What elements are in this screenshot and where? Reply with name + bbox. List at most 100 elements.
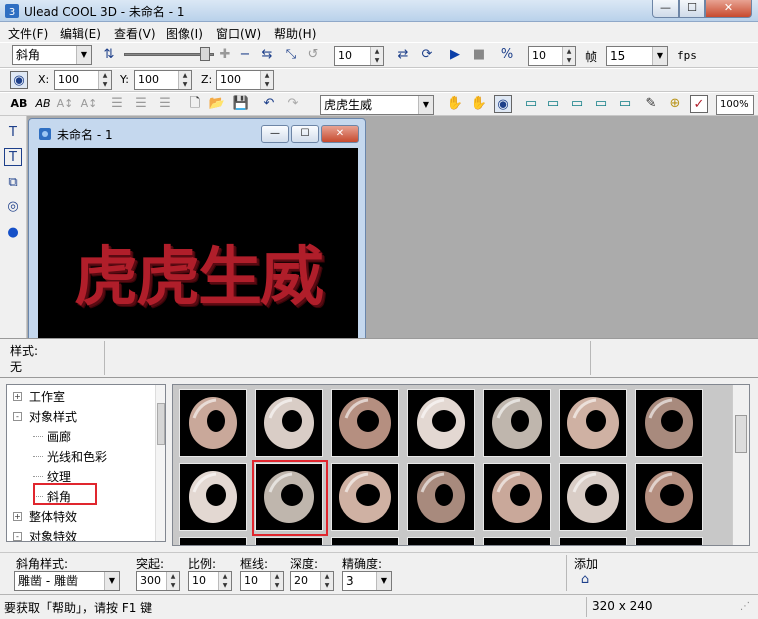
checkbox-icon[interactable]: ✓ [690,95,708,113]
bevel-thumbnail[interactable] [407,389,475,457]
stop-icon[interactable]: ■ [470,46,488,64]
reverse-icon[interactable]: ⤡ [282,46,300,64]
text-bold-icon[interactable]: AB [10,95,28,113]
spin-arrows-icon[interactable]: ▲ ▼ [562,47,575,65]
expand-icon[interactable]: + [13,512,22,521]
menu-help[interactable]: 帮助(H) [274,25,316,42]
menu-view[interactable]: 查看(V) [114,25,156,42]
collapse-icon[interactable]: - [13,532,22,541]
bulge-input[interactable]: 300 ▲ ▼ [136,571,180,591]
percent-icon[interactable]: % [498,46,516,64]
collapse-icon[interactable]: - [13,412,22,421]
loop-icon[interactable]: ⇄ [394,46,412,64]
text-italic-icon[interactable]: AB [34,95,52,113]
refresh-icon[interactable]: ⟳ [418,46,436,64]
bevel-thumbnail[interactable] [559,389,627,457]
gallery-scrollbar[interactable] [732,385,749,545]
tree-scrollbar[interactable] [155,385,165,541]
object-combo[interactable]: 斜角 ▼ [12,45,92,65]
frame-count-input[interactable]: 10 ▲ ▼ [528,46,576,66]
menu-edit[interactable]: 编辑(E) [60,25,101,42]
depth-input[interactable]: 20 ▲ ▼ [290,571,334,591]
view-side-icon[interactable]: ▭ [568,95,586,113]
bevel-thumbnail[interactable] [483,389,551,457]
edit-text-icon[interactable]: T [4,148,22,166]
expand-icon[interactable]: + [13,392,22,401]
bevel-thumbnail[interactable] [407,537,475,545]
spin-arrows-icon[interactable]: ▲ ▼ [166,572,179,590]
select-icon[interactable]: ◉ [494,95,512,113]
globe-icon[interactable]: ⊕ [666,95,684,113]
bevel-thumbnail[interactable] [559,463,627,531]
timeline-slider-thumb[interactable] [200,47,210,61]
resize-grip-icon[interactable]: ⋰ [740,601,750,612]
menu-image[interactable]: 图像(I) [166,25,203,42]
menu-file[interactable]: 文件(F) [8,25,48,42]
open-folder-icon[interactable]: 📂 [208,95,226,113]
move-arrows-icon[interactable]: ⇅ [100,46,118,64]
view-top-icon[interactable]: ▭ [592,95,610,113]
hand-rotate-icon[interactable]: ✋ [470,95,488,113]
redo-icon[interactable]: ↷ [284,95,302,113]
bevel-thumbnail[interactable] [635,537,703,545]
spin-arrows-icon[interactable]: ▲ ▼ [270,572,283,590]
render-canvas[interactable]: 虎虎生威 [38,148,358,341]
pen-icon[interactable]: ✎ [642,95,660,113]
insert-sphere-icon[interactable]: ● [4,224,22,242]
bevel-thumbnail[interactable] [179,389,247,457]
play-icon[interactable]: ▶ [446,46,464,64]
undo-path-icon[interactable]: ↺ [304,46,322,64]
bevel-thumbnail[interactable] [635,389,703,457]
bevel-thumbnail[interactable] [255,537,323,545]
close-button[interactable]: ✕ [705,0,752,18]
insert-object-icon[interactable]: ◎ [4,198,22,216]
remove-keyframe-icon[interactable]: − [236,46,254,64]
bevel-style-combo[interactable]: 雕凿 - 雕凿 ▼ [14,571,120,591]
spin-arrows-icon[interactable]: ▲ ▼ [320,572,333,590]
align-right-icon[interactable]: ☰ [156,95,174,113]
spin-arrows-icon[interactable]: ▲ ▼ [260,71,273,89]
border-input[interactable]: 10 ▲ ▼ [240,571,284,591]
ratio-input[interactable]: 10 ▲ ▼ [188,571,232,591]
swap-keyframe-icon[interactable]: ⇆ [258,46,276,64]
zoom-input[interactable]: 100% [716,95,754,115]
align-left-icon[interactable]: ☰ [108,95,126,113]
spin-arrows-icon[interactable]: ▲ ▼ [370,47,383,65]
bevel-thumbnail[interactable] [255,389,323,457]
view-back-icon[interactable]: ▭ [544,95,562,113]
menu-window[interactable]: 窗口(W) [216,25,261,42]
x-input[interactable]: 100 ▲ ▼ [54,70,112,90]
doc-maximize-button[interactable]: ☐ [291,125,319,143]
align-center-icon[interactable]: ☰ [132,95,150,113]
undo-icon[interactable]: ↶ [260,95,278,113]
position-mode-icon[interactable]: ◉ [10,71,28,89]
add-to-gallery-icon[interactable]: ⌂ [576,571,594,589]
new-file-icon[interactable]: 🗋 [186,95,204,113]
frame-value-input[interactable]: 10 ▲ ▼ [334,46,384,66]
canvas-3d-text[interactable]: 虎虎生威 [38,226,358,318]
minimize-button[interactable]: — [652,0,679,18]
insert-graphic-icon[interactable]: ⧉ [4,174,22,192]
precision-combo[interactable]: 3 ▼ [342,571,392,591]
doc-minimize-button[interactable]: — [261,125,289,143]
insert-text-icon[interactable]: T [4,124,22,142]
text-object-combo[interactable]: 虎虎生威 ▼ [320,95,434,115]
doc-close-button[interactable]: ✕ [321,125,359,143]
view-front-icon[interactable]: ▭ [522,95,540,113]
spin-arrows-icon[interactable]: ▲ ▼ [98,71,111,89]
y-input[interactable]: 100 ▲ ▼ [134,70,192,90]
bevel-thumbnail[interactable] [559,537,627,545]
bevel-thumbnail[interactable] [635,463,703,531]
text-spacing-icon[interactable]: A↕ [56,95,74,113]
bevel-thumbnail[interactable] [483,463,551,531]
hand-pan-icon[interactable]: ✋ [446,95,464,113]
text-line-spacing-icon[interactable]: A↕ [80,95,98,113]
fps-combo[interactable]: 15 ▼ [606,46,668,66]
bevel-thumbnail[interactable] [179,463,247,531]
add-keyframe-icon[interactable]: ✚ [216,46,234,64]
bevel-thumbnail[interactable] [179,537,247,545]
bevel-thumbnail[interactable] [483,537,551,545]
z-input[interactable]: 100 ▲ ▼ [216,70,274,90]
bevel-thumbnail[interactable] [331,463,399,531]
bevel-thumbnail[interactable] [331,537,399,545]
